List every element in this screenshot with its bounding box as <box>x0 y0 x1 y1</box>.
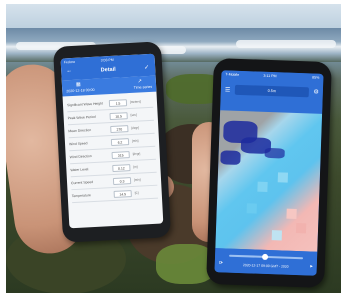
status-carrier: Fedora <box>63 59 75 65</box>
row-value[interactable]: 0.12 <box>112 163 131 172</box>
row-label: Significant Wave Height <box>66 101 103 108</box>
map-cell <box>295 222 307 234</box>
row-unit: [m/s] <box>133 177 141 182</box>
row-label: Wind Direction <box>69 154 92 160</box>
row-label: Current Speed <box>70 180 94 186</box>
left-phone-screen: Fedora 3:03 PM ← Detail ✓ ▦ ↗ 2020-12-18… <box>60 53 164 229</box>
time-series-tab[interactable]: Time series <box>134 85 153 90</box>
chart-icon[interactable]: ↗ <box>138 78 143 84</box>
calendar-icon[interactable]: ▦ <box>76 82 81 88</box>
row-unit: [degr] <box>131 125 140 130</box>
play-icon[interactable]: ▸ <box>310 263 313 269</box>
parameter-list: Significant Wave Height 1.5 [meters] Pea… <box>63 92 163 207</box>
row-label: Temperature <box>71 193 91 199</box>
gear-icon[interactable]: ⚙ <box>313 89 319 96</box>
row-value[interactable]: 315 <box>111 150 130 159</box>
left-phone: Fedora 3:03 PM ← Detail ✓ ▦ ↗ 2020-12-18… <box>52 41 172 243</box>
status-battery: 85% <box>312 75 320 80</box>
row-value[interactable]: 0.3 <box>112 176 132 185</box>
map-cell <box>246 203 257 214</box>
check-icon[interactable]: ✓ <box>144 64 149 71</box>
row-value[interactable]: 1.5 <box>108 98 128 107</box>
row-unit: [degr] <box>132 151 141 156</box>
status-time: 3:11 PM <box>263 73 277 79</box>
row-label: Wind Speed <box>68 141 88 147</box>
right-phone: T-Mobile 3:11 PM 85% ☰ 0.5m ⚙ ⟳ 2020-12-… <box>206 58 332 288</box>
beach-photo: Fedora 3:03 PM ← Detail ✓ ▦ ↗ 2020-12-18… <box>6 4 341 293</box>
row-value[interactable]: 14.5 <box>113 189 132 198</box>
map-cell <box>277 172 289 183</box>
time-slider-knob[interactable] <box>261 253 268 261</box>
layer-selector[interactable]: 0.5m <box>234 84 310 98</box>
row-label: Peak Wave Period <box>67 114 96 121</box>
row-label: Mean Direction <box>68 128 92 134</box>
time-label: 2020-12-17 09:00 GMT - 2020 <box>242 263 289 269</box>
time-controls: ⟳ 2020-12-17 09:00 GMT - 2020 ▸ <box>214 248 318 276</box>
time-slider[interactable] <box>229 253 304 261</box>
row-unit: [C] <box>134 190 139 195</box>
row-label: Water Level <box>70 167 89 173</box>
row-unit: [meters] <box>129 99 141 105</box>
status-carrier: T-Mobile <box>225 72 240 77</box>
row-value[interactable]: 6.2 <box>110 137 130 146</box>
menu-icon[interactable]: ☰ <box>225 86 231 93</box>
row-unit: [m] <box>133 164 138 169</box>
row-value[interactable]: 10.5 <box>109 111 128 120</box>
status-time: 3:03 PM <box>100 57 114 63</box>
coastline <box>220 150 241 165</box>
wave-foam <box>236 40 336 48</box>
coastline <box>264 147 285 159</box>
map-cell <box>257 181 268 192</box>
row-unit: [m/s] <box>131 138 139 143</box>
date-label: 2020-12-18 00:00 <box>66 87 95 94</box>
page-title: Detail <box>100 66 116 74</box>
row-unit: [sec] <box>130 112 138 117</box>
right-phone-screen: T-Mobile 3:11 PM 85% ☰ 0.5m ⚙ ⟳ 2020-12-… <box>214 70 324 276</box>
wave-map[interactable] <box>215 110 323 252</box>
row-value[interactable]: 270 <box>110 124 129 133</box>
map-cell <box>286 208 297 219</box>
map-app-bar: T-Mobile 3:11 PM 85% ☰ 0.5m ⚙ <box>220 70 324 114</box>
map-cell <box>271 230 283 241</box>
